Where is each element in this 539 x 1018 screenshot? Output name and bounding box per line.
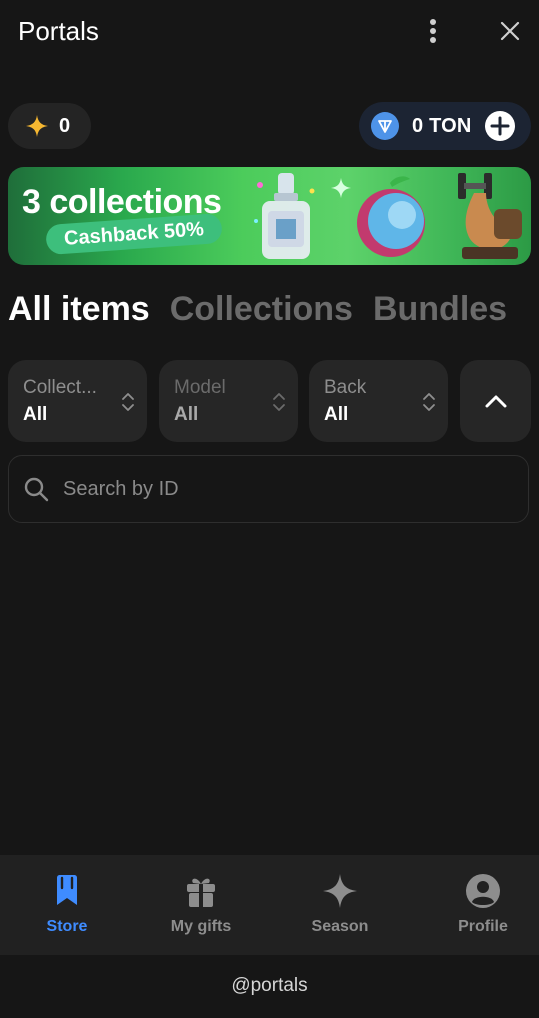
bot-handle-footer: @portals <box>0 955 539 1000</box>
collapse-filters-button[interactable] <box>460 360 531 442</box>
cashback-badge-label: Cashback 50% <box>63 217 205 250</box>
star-icon <box>26 115 48 137</box>
nav-item-store[interactable]: Store <box>0 855 134 955</box>
collection-filter-select[interactable]: Collect... All <box>8 360 147 442</box>
gift-icon <box>187 878 215 907</box>
add-funds-plus-icon[interactable] <box>484 110 516 142</box>
fruit-image <box>357 176 425 257</box>
nav-label-store: Store <box>46 918 88 935</box>
ton-balance-value: 0 TON <box>412 114 472 137</box>
nav-label-season: Season <box>311 918 369 935</box>
model-filter-select[interactable]: Model All <box>159 360 298 442</box>
more-menu-button[interactable] <box>418 14 448 48</box>
nav-item-my-gifts[interactable]: My gifts <box>134 855 268 955</box>
ton-balance-pill[interactable]: 0 TON <box>359 102 531 150</box>
collection-filter-label: Collect... <box>23 377 97 398</box>
close-icon <box>500 21 520 41</box>
stars-balance-pill[interactable]: 0 <box>8 103 91 149</box>
search-box <box>8 455 529 523</box>
store-icon <box>57 875 77 905</box>
search-icon <box>24 477 49 502</box>
ton-logo-icon <box>371 112 399 140</box>
collection-filter-value: All <box>23 404 48 425</box>
stars-balance-value: 0 <box>59 114 71 137</box>
tab-collections[interactable]: Collections <box>170 290 353 334</box>
nav-label-profile: Profile <box>458 918 508 935</box>
backdrop-filter-select[interactable]: Back All <box>309 360 448 442</box>
search-input[interactable] <box>61 476 485 502</box>
chevron-up-down-icon <box>423 393 435 411</box>
app-title: Portals <box>18 16 99 46</box>
vertical-dots-icon <box>430 19 436 43</box>
backdrop-filter-value: All <box>324 404 349 425</box>
category-tabs: All items Collections Bundles <box>8 290 507 334</box>
profile-icon <box>466 874 500 908</box>
sparkle-icon <box>323 874 357 908</box>
nav-label-my-gifts: My gifts <box>170 918 232 935</box>
promo-banner[interactable]: 3 collections Cashback 50% <box>8 167 531 265</box>
dumbbell-arm-image <box>458 173 522 259</box>
backdrop-filter-label: Back <box>324 377 367 398</box>
bottom-navigation: Store My gifts Season Profile <box>0 855 539 955</box>
bot-handle-text: @portals <box>231 975 308 996</box>
title-bar: Portals <box>0 0 539 64</box>
nav-item-profile[interactable]: Profile <box>416 855 539 955</box>
model-filter-label: Model <box>174 377 226 398</box>
chevron-up-down-icon <box>122 393 134 411</box>
perfume-bottle-image <box>254 173 315 259</box>
tab-all-items[interactable]: All items <box>8 290 150 334</box>
model-filter-value: All <box>174 404 199 425</box>
chevron-up-icon <box>485 395 506 408</box>
chevron-up-down-icon <box>273 393 285 411</box>
close-button[interactable] <box>495 14 525 48</box>
tab-bundles[interactable]: Bundles <box>373 290 507 334</box>
nav-item-season[interactable]: Season <box>273 855 407 955</box>
